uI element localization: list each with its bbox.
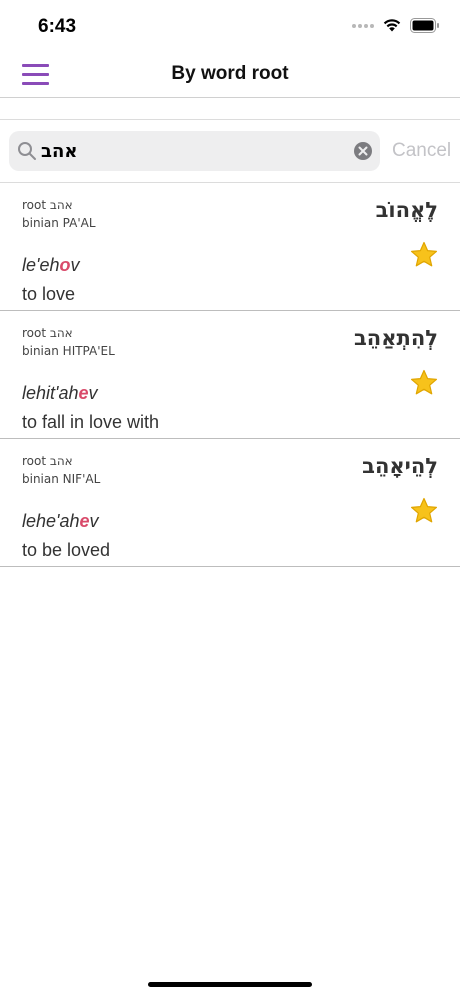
translit-part: v [89,511,99,531]
star-icon[interactable] [409,240,439,270]
root-label: root אהב [22,198,73,212]
translit-part: lehit'ah [22,383,79,403]
star-icon[interactable] [409,496,439,526]
stressed-vowel: e [79,511,90,531]
status-icons [352,18,440,33]
list-item[interactable]: root אהב binian PA'AL לֶאֱהוֹב le'ehov t… [0,183,460,311]
navigation-bar: By word root [0,54,460,98]
root-label: root אהב [22,454,73,468]
stressed-vowel: o [59,255,71,275]
transliteration: le'ehov [22,255,79,276]
clear-search-icon[interactable] [354,142,372,160]
search-bar[interactable] [9,131,380,171]
root-label: root אהב [22,326,73,340]
home-indicator[interactable] [148,982,312,987]
translit-part: lehe'ah [22,511,80,531]
meaning-text: to fall in love with [22,412,160,432]
star-icon[interactable] [409,368,439,398]
transliteration: lehit'ahev [22,383,98,404]
meaning-text: to be loved [22,540,111,560]
cancel-button[interactable]: Cancel [392,140,451,162]
search-input[interactable] [41,138,341,164]
status-bar: 6:43 [0,0,460,54]
translit-part: v [88,383,98,403]
search-icon [18,142,36,160]
meaning-text: to love [22,284,76,304]
list-item[interactable]: root אהב binian HITPA'EL לְהִתְאַהֵב leh… [0,311,460,439]
cellular-signal-icon [352,23,374,28]
status-time: 6:43 [38,16,77,37]
hebrew-word: לֶאֱהוֹב [375,198,438,222]
transliteration: lehe'ahev [22,511,99,532]
hebrew-word: לְהִתְאַהֵב [354,326,438,350]
binian-label: binian PA'AL [22,216,96,230]
binian-label: binian NIF'AL [22,472,101,486]
results-list: root אהב binian PA'AL לֶאֱהוֹב le'ehov t… [0,183,460,567]
translit-part: le'eh [22,255,60,275]
page-title: By word root [171,63,289,84]
stressed-vowel: e [78,383,89,403]
list-item[interactable]: root אהב binian NIF'AL לְהֵיאָהֵב lehe'a… [0,439,460,567]
search-area: Cancel [0,121,460,183]
translit-part: v [70,255,80,275]
header-divider-band [0,99,460,120]
binian-label: binian HITPA'EL [22,344,115,358]
wifi-icon [383,19,401,32]
battery-icon [410,18,439,33]
hebrew-word: לְהֵיאָהֵב [362,454,438,478]
